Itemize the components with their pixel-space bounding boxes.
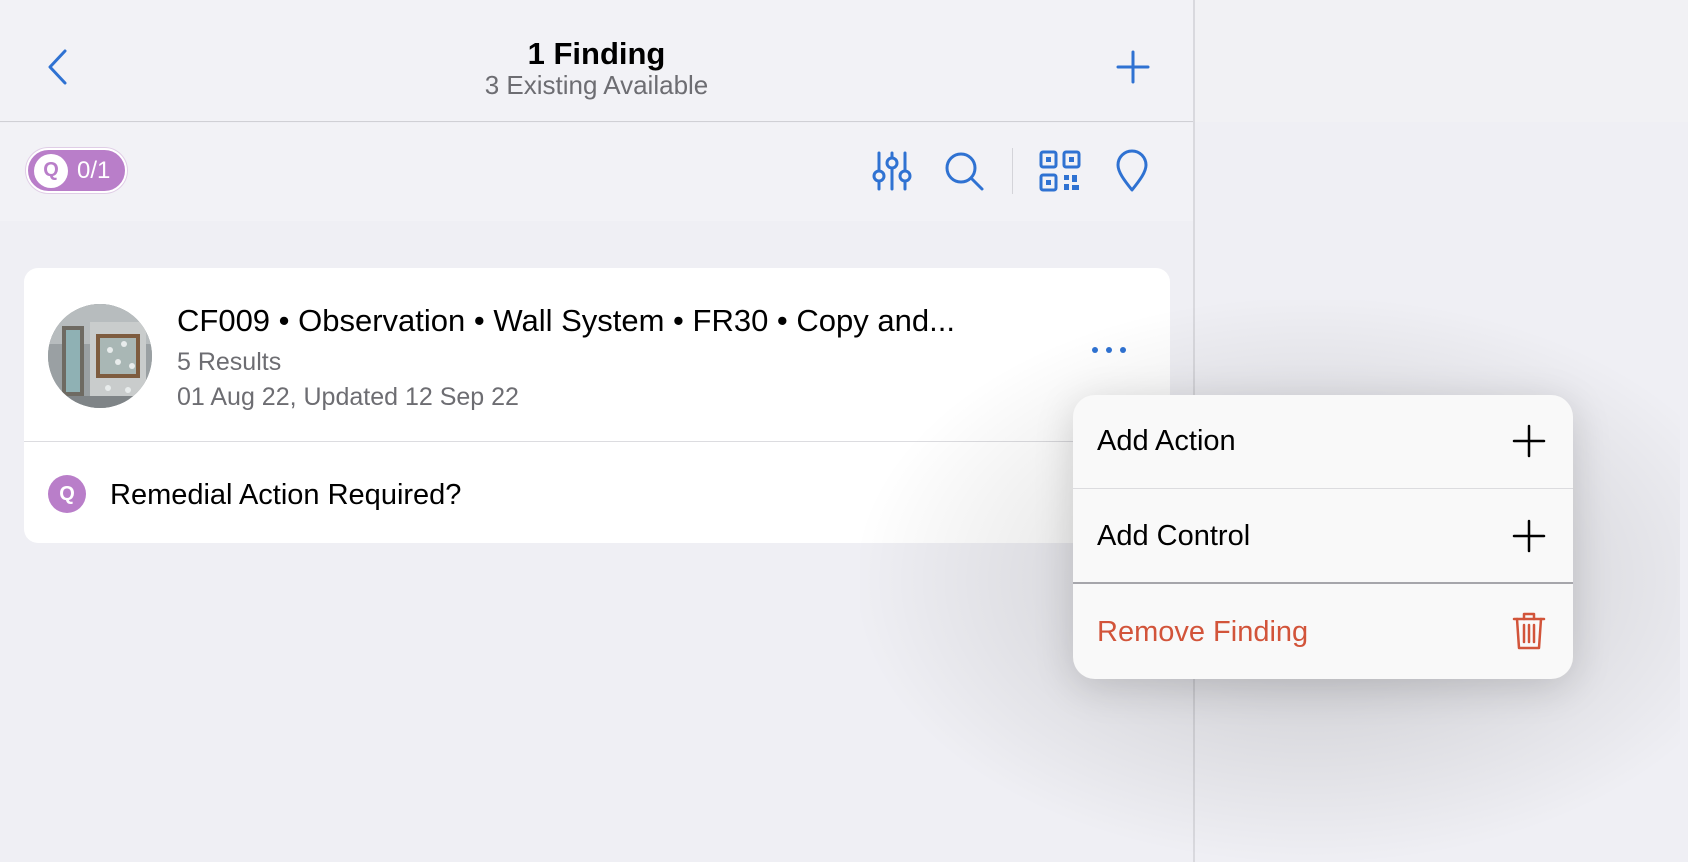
navigation-bar: 1 Finding 3 Existing Available xyxy=(0,0,1193,122)
question-row[interactable]: Q Remedial Action Required? xyxy=(24,443,1170,543)
question-progress-badge[interactable]: Q 0/1 xyxy=(26,148,127,193)
sliders-icon xyxy=(872,151,912,191)
remove-finding-menu-item[interactable]: Remove Finding xyxy=(1073,585,1573,679)
toolbar-separator xyxy=(1012,148,1013,194)
plus-icon xyxy=(1507,514,1551,558)
menu-item-label: Add Control xyxy=(1097,519,1251,552)
finding-card: CF009 • Observation • Wall System • FR30… xyxy=(24,268,1170,543)
page-title: 1 Finding xyxy=(527,36,666,71)
search-button[interactable] xyxy=(938,145,990,197)
page-subtitle: 3 Existing Available xyxy=(484,70,709,100)
add-action-menu-item[interactable]: Add Action xyxy=(1073,395,1573,489)
question-progress-count: 0/1 xyxy=(77,156,111,184)
qr-code-icon xyxy=(1039,150,1081,192)
finding-photo xyxy=(48,304,152,408)
add-control-menu-item[interactable]: Add Control xyxy=(1073,490,1573,584)
search-icon xyxy=(945,152,984,191)
question-badge-icon: Q xyxy=(34,153,68,188)
more-horizontal-icon xyxy=(1092,347,1126,353)
more-options-button[interactable] xyxy=(1084,330,1134,370)
finding-results: 5 Results xyxy=(177,348,282,376)
context-menu: Add Action Add Control Remove Finding xyxy=(1073,395,1573,679)
menu-item-label: Add Action xyxy=(1097,425,1236,457)
toolbar xyxy=(0,123,1193,221)
question-text: Remedial Action Required? xyxy=(110,479,462,511)
finding-row[interactable]: CF009 • Observation • Wall System • FR30… xyxy=(24,268,1170,442)
add-finding-button[interactable] xyxy=(1112,42,1154,92)
location-button[interactable] xyxy=(1106,145,1158,197)
plus-icon xyxy=(1507,419,1551,463)
menu-item-label: Remove Finding xyxy=(1097,615,1309,648)
plus-icon xyxy=(1116,50,1150,84)
finding-dates: 01 Aug 22, Updated 12 Sep 22 xyxy=(177,383,519,411)
trash-icon xyxy=(1507,609,1551,653)
location-pin-icon xyxy=(1116,149,1148,192)
filter-button[interactable] xyxy=(866,145,918,197)
question-icon: Q xyxy=(48,475,86,513)
scan-qr-button[interactable] xyxy=(1034,145,1086,197)
right-pane-header xyxy=(1195,0,1688,122)
finding-title: CF009 • Observation • Wall System • FR30… xyxy=(177,303,955,338)
